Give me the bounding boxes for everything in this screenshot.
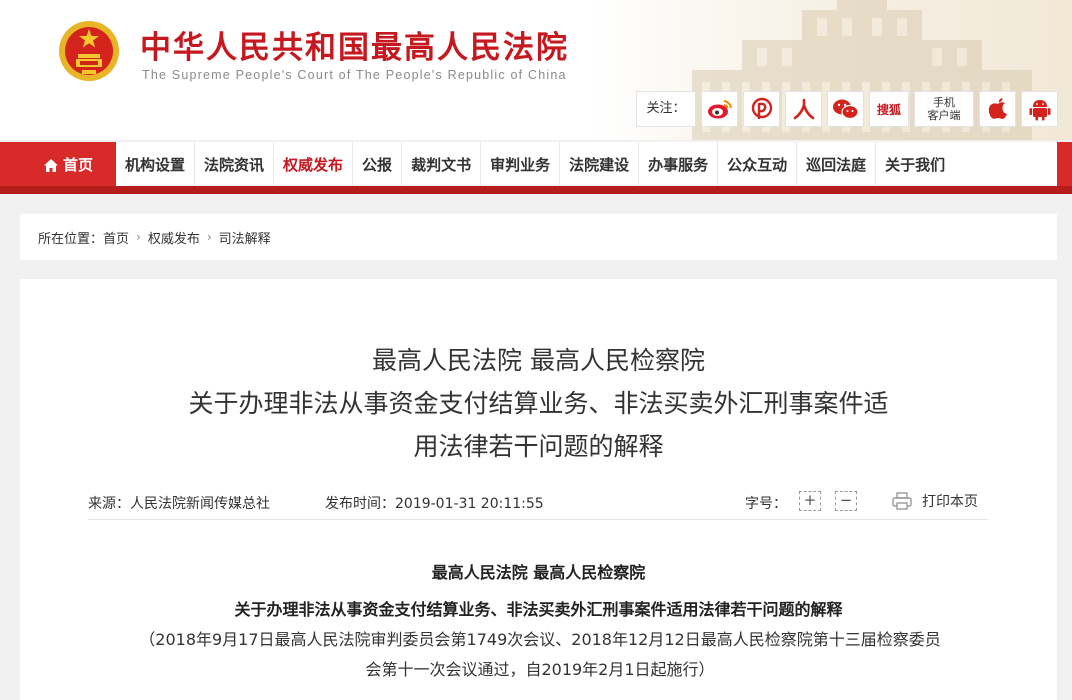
font-decrease-button[interactable]: − [835,491,857,511]
body-heading-courts: 最高人民法院 最高人民检察院 [431,563,646,582]
nav-item-public-interaction[interactable]: 公众互动 [718,142,798,188]
nav-item-circuit-courts[interactable]: 巡回法庭 [797,142,877,188]
weibo-icon[interactable] [701,91,738,127]
font-size-label: 字号： [745,496,787,512]
breadcrumb-separator-icon: › [206,230,212,244]
nav-item-gazette[interactable]: 公报 [353,142,403,188]
breadcrumb-prefix: 所在位置： [38,231,104,247]
nav-item-services[interactable]: 办事服务 [639,142,719,188]
breadcrumb-separator-icon: › [136,230,141,244]
meta-divider [88,519,988,520]
sohu-icon[interactable]: 搜狐 [869,91,909,127]
nav-item-authoritative-release[interactable]: 权威发布 [274,142,354,188]
printer-icon [892,492,912,510]
nav-item-about-us[interactable]: 关于我们 [876,142,954,188]
mobile-label-2: 客户端 [927,109,961,122]
android-icon[interactable] [1021,91,1058,127]
article-meta: 来源：人民法院新闻传媒总社 发布时间：2019-01-31 20:11:55 字… [88,487,988,517]
nav-item-home[interactable]: 首页 [20,142,116,188]
article-panel: 最高人民法院 最高人民检察院 关于办理非法从事资金支付结算业务、非法买卖外汇刑事… [20,279,1057,700]
people-daily-icon[interactable] [743,91,780,127]
people-icon[interactable] [785,91,822,127]
mobile-label-1: 手机 [933,96,955,109]
nav-item-judgments[interactable]: 裁判文书 [402,142,482,188]
site-header: 中华人民共和国最高人民法院 The Supreme People's Court… [0,0,1072,140]
print-button[interactable]: 打印本页 [892,491,978,511]
print-label: 打印本页 [922,494,978,510]
article-title-line-1: 最高人民法院 最高人民检察院 [372,346,705,375]
breadcrumb-release-link[interactable]: 权威发布 [148,228,200,247]
article-publish-time: 发布时间：2019-01-31 20:11:55 [325,496,544,512]
breadcrumb: 所在位置： 首页 › 权威发布 › 司法解释 [20,214,1057,260]
body-note-line-2: 会第十一次会议通过，自2019年2月1日起施行） [365,660,715,679]
nav-item-trial-business[interactable]: 审判业务 [481,142,561,188]
main-nav-bar: 首页 机构设置 法院资讯 权威发布 公报 裁判文书 审判业务 法院建设 办事服务… [0,142,1072,194]
nav-item-organization[interactable]: 机构设置 [116,142,196,188]
article-title-line-2: 关于办理非法从事资金支付结算业务、非法买卖外汇刑事案件适 [188,389,889,418]
article-title-line-3: 用法律若干问题的解释 [413,432,664,461]
nav-item-court-news[interactable]: 法院资讯 [195,142,275,188]
body-note: （2018年9月17日最高人民法院审判委员会第1749次会议、2018年12月1… [100,625,980,685]
body-heading-title: 关于办理非法从事资金支付结算业务、非法买卖外汇刑事案件适用法律若干问题的解释 [234,600,843,619]
apple-icon[interactable] [979,91,1016,127]
follow-label: 关注： [636,91,696,127]
body-note-line-1: （2018年9月17日最高人民法院审判委员会第1749次会议、2018年12月1… [139,630,941,649]
nav-item-court-construction[interactable]: 法院建设 [560,142,640,188]
home-icon [43,158,58,172]
nav-item-home-label: 首页 [62,156,93,174]
main-nav: 首页 机构设置 法院资讯 权威发布 公报 裁判文书 审判业务 法院建设 办事服务… [20,142,1057,188]
font-increase-button[interactable]: + [799,491,821,511]
site-subtitle: The Supreme People's Court of The People… [142,68,567,82]
wechat-icon[interactable] [827,91,864,127]
breadcrumb-home-link[interactable]: 首页 [103,228,129,247]
article-source: 来源：人民法院新闻传媒总社 [88,496,270,512]
social-follow-bar: 关注： 搜狐 手机 客户端 [636,91,1058,127]
national-emblem-icon [59,21,119,81]
article-title: 最高人民法院 最高人民检察院 关于办理非法从事资金支付结算业务、非法买卖外汇刑事… [20,339,1057,468]
mobile-client-button[interactable]: 手机 客户端 [914,91,974,127]
breadcrumb-interpretation-link[interactable]: 司法解释 [219,228,271,247]
site-title: 中华人民共和国最高人民法院 [140,30,569,66]
